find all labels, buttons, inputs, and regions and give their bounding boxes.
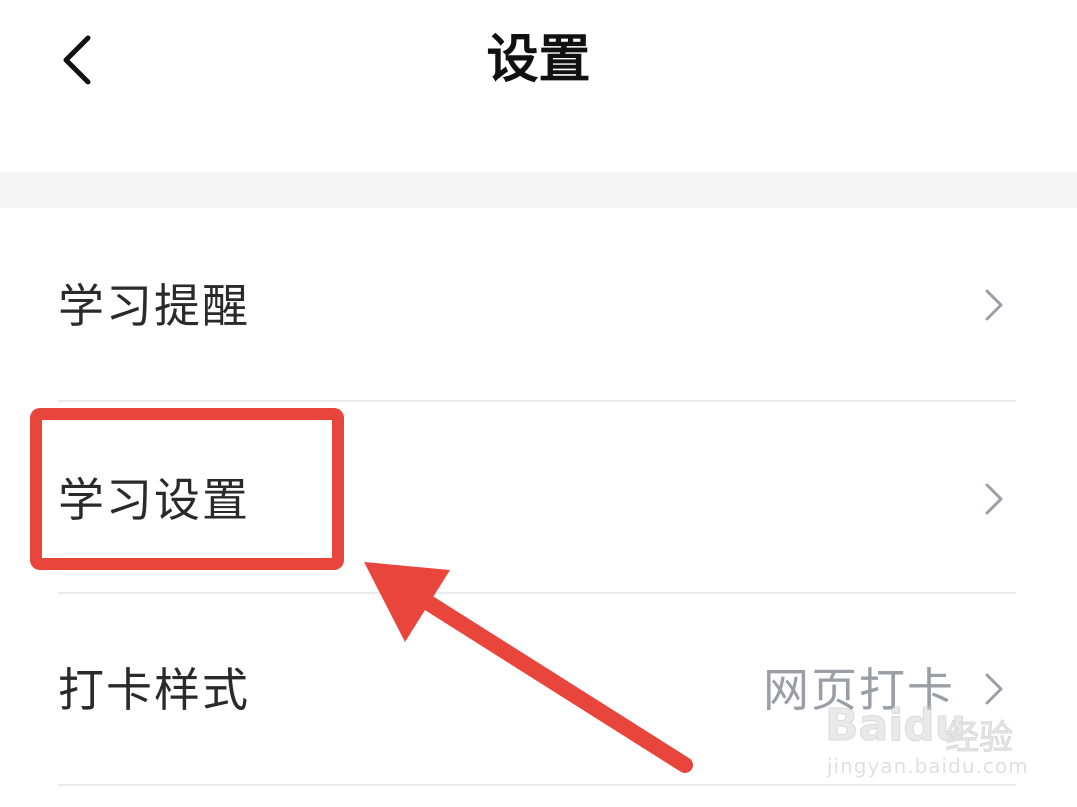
watermark-url: jingyan.baidu.com [827,754,1029,778]
settings-item-label: 打卡样式 [58,663,250,717]
settings-item-study-reminder[interactable]: 学习提醒 [0,208,1077,398]
header-bar: 设置 [0,0,1077,172]
watermark-brand-suffix: 经验 [945,718,1014,759]
watermark-logo: Baidu 经验 jingyan.baidu.com [824,690,1027,790]
settings-item-label: 学习提醒 [58,279,250,333]
pointer-arrow-icon [364,562,693,773]
page-title: 设置 [486,30,591,90]
chevron-right-icon [985,483,1003,515]
section-separator [0,172,1077,208]
highlight-box [30,408,344,570]
chevron-right-icon [985,289,1003,321]
